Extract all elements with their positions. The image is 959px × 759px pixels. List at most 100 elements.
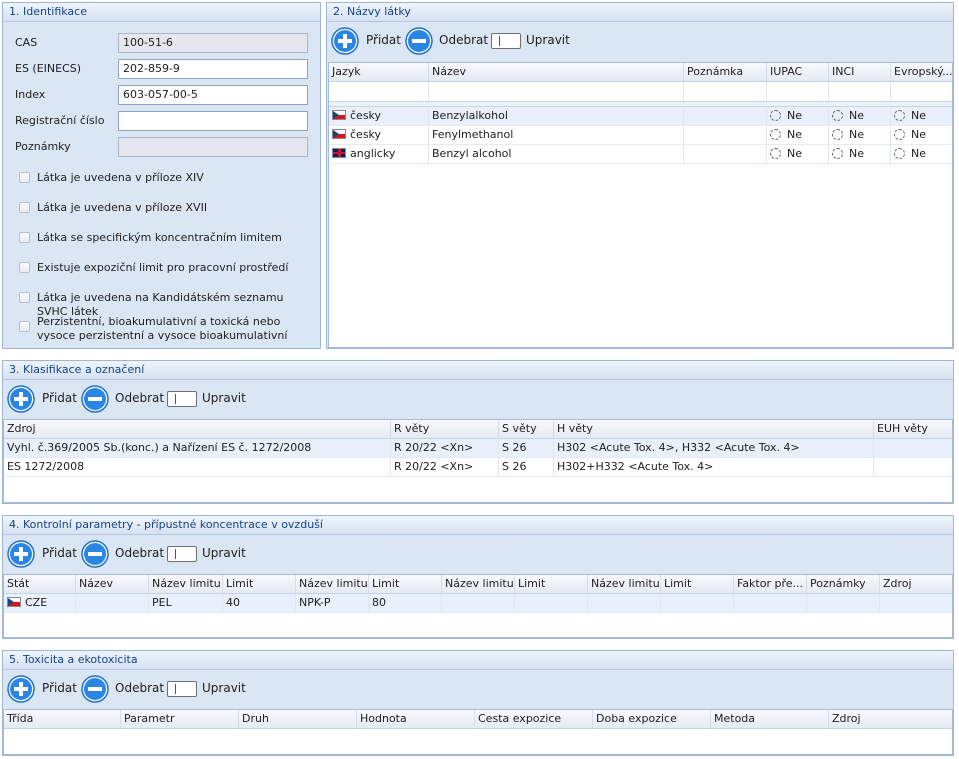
column-header[interactable]: Limit (661, 575, 734, 594)
cell-inci[interactable]: Ne (829, 126, 891, 145)
cell-s-vety[interactable]: S 26 (499, 439, 554, 458)
add-button[interactable]: Přidat (7, 385, 77, 413)
column-header[interactable]: INCI (829, 63, 891, 82)
cell-inci[interactable]: Ne (829, 107, 891, 126)
cell-zdroj[interactable] (880, 594, 952, 613)
filter-cell[interactable] (684, 82, 767, 101)
cell-limit[interactable]: 40 (223, 594, 296, 613)
cell-poznamka[interactable] (684, 107, 767, 126)
cell-limit[interactable]: 80 (369, 594, 442, 613)
checkbox-expozicni-limit[interactable]: Existuje expoziční limit pro pracovní pr… (19, 261, 309, 277)
column-header[interactable]: Faktor pře... (734, 575, 807, 594)
index-field[interactable]: 603-057-00-5 (118, 85, 308, 105)
radio-icon[interactable] (770, 110, 781, 121)
cell-iupac[interactable]: Ne (767, 107, 829, 126)
filter-cell[interactable] (329, 82, 429, 101)
cell-jazyk[interactable]: česky (329, 107, 429, 126)
checkbox-box[interactable] (19, 292, 30, 303)
cell-zdroj[interactable]: ES 1272/2008 (4, 458, 391, 477)
edit-button[interactable]: Upravit (167, 540, 246, 566)
table-row[interactable]: CZE PEL 40 NPK-P 80 (4, 594, 952, 613)
column-header[interactable]: Název limitu (296, 575, 369, 594)
column-header[interactable]: Hodnota (357, 710, 475, 729)
cell-r-vety[interactable]: R 20/22 <Xn> (391, 439, 499, 458)
column-header[interactable]: Limit (369, 575, 442, 594)
radio-icon[interactable] (770, 148, 781, 159)
edit-button[interactable]: Upravit (167, 385, 246, 411)
cell-euh-vety[interactable] (874, 458, 952, 477)
filter-cell[interactable] (429, 82, 684, 101)
checkbox-box[interactable] (19, 321, 30, 332)
filter-row[interactable] (329, 82, 952, 102)
cell-evropsky[interactable]: Ne (891, 126, 952, 145)
column-header[interactable]: Limit (515, 575, 588, 594)
checkbox-box[interactable] (19, 232, 30, 243)
cell-iupac[interactable]: Ne (767, 126, 829, 145)
column-header[interactable]: Jazyk (329, 63, 429, 82)
filter-cell[interactable] (829, 82, 891, 101)
cell-faktor[interactable] (734, 594, 807, 613)
radio-icon[interactable] (832, 110, 843, 121)
remove-button[interactable]: Odebrat (81, 675, 164, 703)
table-row[interactable]: česky Benzylalkohol Ne Ne Ne (329, 107, 952, 126)
radio-icon[interactable] (894, 129, 905, 140)
cell-zdroj[interactable]: Vyhl. č.369/2005 Sb.(konc.) a Nařízení E… (4, 439, 391, 458)
column-header[interactable]: R věty (391, 420, 499, 439)
cell-limit[interactable] (661, 594, 734, 613)
cell-jazyk[interactable]: anglicky (329, 145, 429, 164)
checkbox-box[interactable] (19, 172, 30, 183)
remove-button[interactable]: Odebrat (81, 385, 164, 413)
table-row[interactable]: ES 1272/2008 R 20/22 <Xn> S 26 H302+H332… (4, 458, 952, 477)
checkbox-box[interactable] (19, 202, 30, 213)
cell-nazev-limitu[interactable] (442, 594, 515, 613)
checkbox-box[interactable] (19, 262, 30, 273)
checkbox-priloha-xvii[interactable]: Látka je uvedena v příloze XVII (19, 201, 309, 217)
checkbox-priloha-xiv[interactable]: Látka je uvedena v příloze XIV (19, 171, 309, 187)
table-row[interactable]: česky Fenylmethanol Ne Ne Ne (329, 126, 952, 145)
radio-icon[interactable] (832, 148, 843, 159)
column-header[interactable]: Druh (239, 710, 357, 729)
column-header[interactable]: Název (76, 575, 149, 594)
cell-stat[interactable]: CZE (4, 594, 76, 613)
radio-icon[interactable] (770, 129, 781, 140)
cell-jazyk[interactable]: česky (329, 126, 429, 145)
cell-nazev[interactable]: Fenylmethanol (429, 126, 684, 145)
cas-field[interactable]: 100-51-6 (118, 33, 308, 53)
cell-poznamka[interactable] (684, 126, 767, 145)
edit-button[interactable]: Upravit (167, 675, 246, 701)
cell-nazev[interactable]: Benzyl alcohol (429, 145, 684, 164)
cell-evropsky[interactable]: Ne (891, 107, 952, 126)
checkbox-pbt-vpvb[interactable]: Perzistentní, bioakumulativní a toxická … (19, 315, 309, 345)
es-einecs-field[interactable]: 202-859-9 (118, 59, 308, 79)
column-header[interactable]: Zdroj (880, 575, 952, 594)
table-row[interactable]: anglicky Benzyl alcohol Ne Ne Ne (329, 145, 952, 164)
column-header[interactable]: Poznámky (807, 575, 880, 594)
add-button[interactable]: Přidat (331, 27, 401, 55)
column-header[interactable]: Zdroj (829, 710, 952, 729)
column-header[interactable]: Třída (4, 710, 121, 729)
cell-r-vety[interactable]: R 20/22 <Xn> (391, 458, 499, 477)
table-row[interactable]: Vyhl. č.369/2005 Sb.(konc.) a Nařízení E… (4, 439, 952, 458)
radio-icon[interactable] (894, 148, 905, 159)
column-header[interactable]: IUPAC (767, 63, 829, 82)
cell-nazev-limitu[interactable]: NPK-P (296, 594, 369, 613)
radio-icon[interactable] (832, 129, 843, 140)
radio-icon[interactable] (894, 110, 905, 121)
cell-limit[interactable] (515, 594, 588, 613)
cell-poznamka[interactable] (684, 145, 767, 164)
remove-button[interactable]: Odebrat (405, 27, 488, 55)
filter-cell[interactable] (767, 82, 829, 101)
remove-button[interactable]: Odebrat (81, 540, 164, 568)
column-header[interactable]: Název limitu (442, 575, 515, 594)
column-header[interactable]: Cesta expozice (475, 710, 593, 729)
cell-h-vety[interactable]: H302 <Acute Tox. 4>, H332 <Acute Tox. 4> (554, 439, 874, 458)
column-header[interactable]: Poznámka (684, 63, 767, 82)
add-button[interactable]: Přidat (7, 540, 77, 568)
cell-euh-vety[interactable] (874, 439, 952, 458)
column-header[interactable]: Doba expozice (593, 710, 711, 729)
add-button[interactable]: Přidat (7, 675, 77, 703)
column-header[interactable]: EUH věty (874, 420, 952, 439)
cell-nazev-limitu[interactable]: PEL (149, 594, 223, 613)
checkbox-koncentracni-limit[interactable]: Látka se specifickým koncentračním limit… (19, 231, 309, 247)
column-header[interactable]: Metoda (711, 710, 829, 729)
